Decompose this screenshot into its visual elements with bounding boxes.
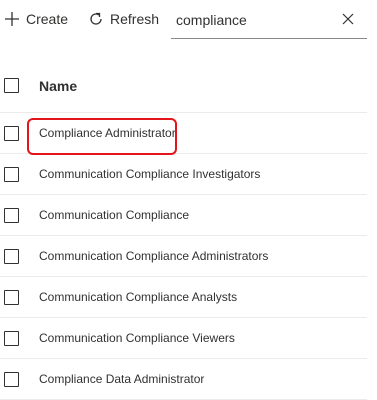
table-row[interactable]: Communication Compliance — [0, 195, 367, 236]
highlight-annotation — [27, 118, 177, 155]
refresh-icon — [90, 12, 102, 25]
table-row[interactable]: Communication Compliance Analysts — [0, 277, 367, 318]
search-box — [171, 4, 367, 39]
name-column-header[interactable]: Name — [39, 78, 77, 94]
create-label: Create — [26, 11, 69, 27]
table-row[interactable]: Compliance Data Administrator — [0, 359, 367, 400]
row-checkbox[interactable] — [4, 331, 19, 346]
table-header: Name — [0, 66, 367, 113]
row-name: Communication Compliance Administrators — [39, 249, 269, 263]
row-checkbox[interactable] — [4, 208, 19, 223]
clear-search-icon[interactable] — [341, 12, 355, 26]
row-name: Compliance Data Administrator — [39, 372, 205, 386]
row-name: Communication Compliance Investigators — [39, 167, 261, 181]
row-checkbox[interactable] — [4, 290, 19, 305]
command-bar: Create Refresh — [0, 0, 377, 40]
row-checkbox[interactable] — [4, 249, 19, 264]
row-checkbox[interactable] — [4, 167, 19, 182]
search-input[interactable] — [176, 8, 336, 32]
refresh-button[interactable]: Refresh — [88, 6, 159, 32]
row-name: Communication Compliance — [39, 208, 190, 222]
plus-icon — [5, 12, 19, 26]
refresh-label: Refresh — [110, 11, 160, 27]
table-row[interactable]: Communication Compliance Viewers — [0, 318, 367, 359]
table-row[interactable]: Communication Compliance Administrators — [0, 236, 367, 277]
row-name: Communication Compliance Analysts — [39, 290, 238, 304]
table-row[interactable]: Communication Compliance Investigators — [0, 154, 367, 195]
row-name: Communication Compliance Viewers — [39, 331, 235, 345]
row-checkbox[interactable] — [4, 372, 19, 387]
select-all-checkbox[interactable] — [4, 78, 19, 93]
create-button[interactable]: Create — [4, 6, 68, 32]
row-checkbox[interactable] — [4, 126, 19, 141]
